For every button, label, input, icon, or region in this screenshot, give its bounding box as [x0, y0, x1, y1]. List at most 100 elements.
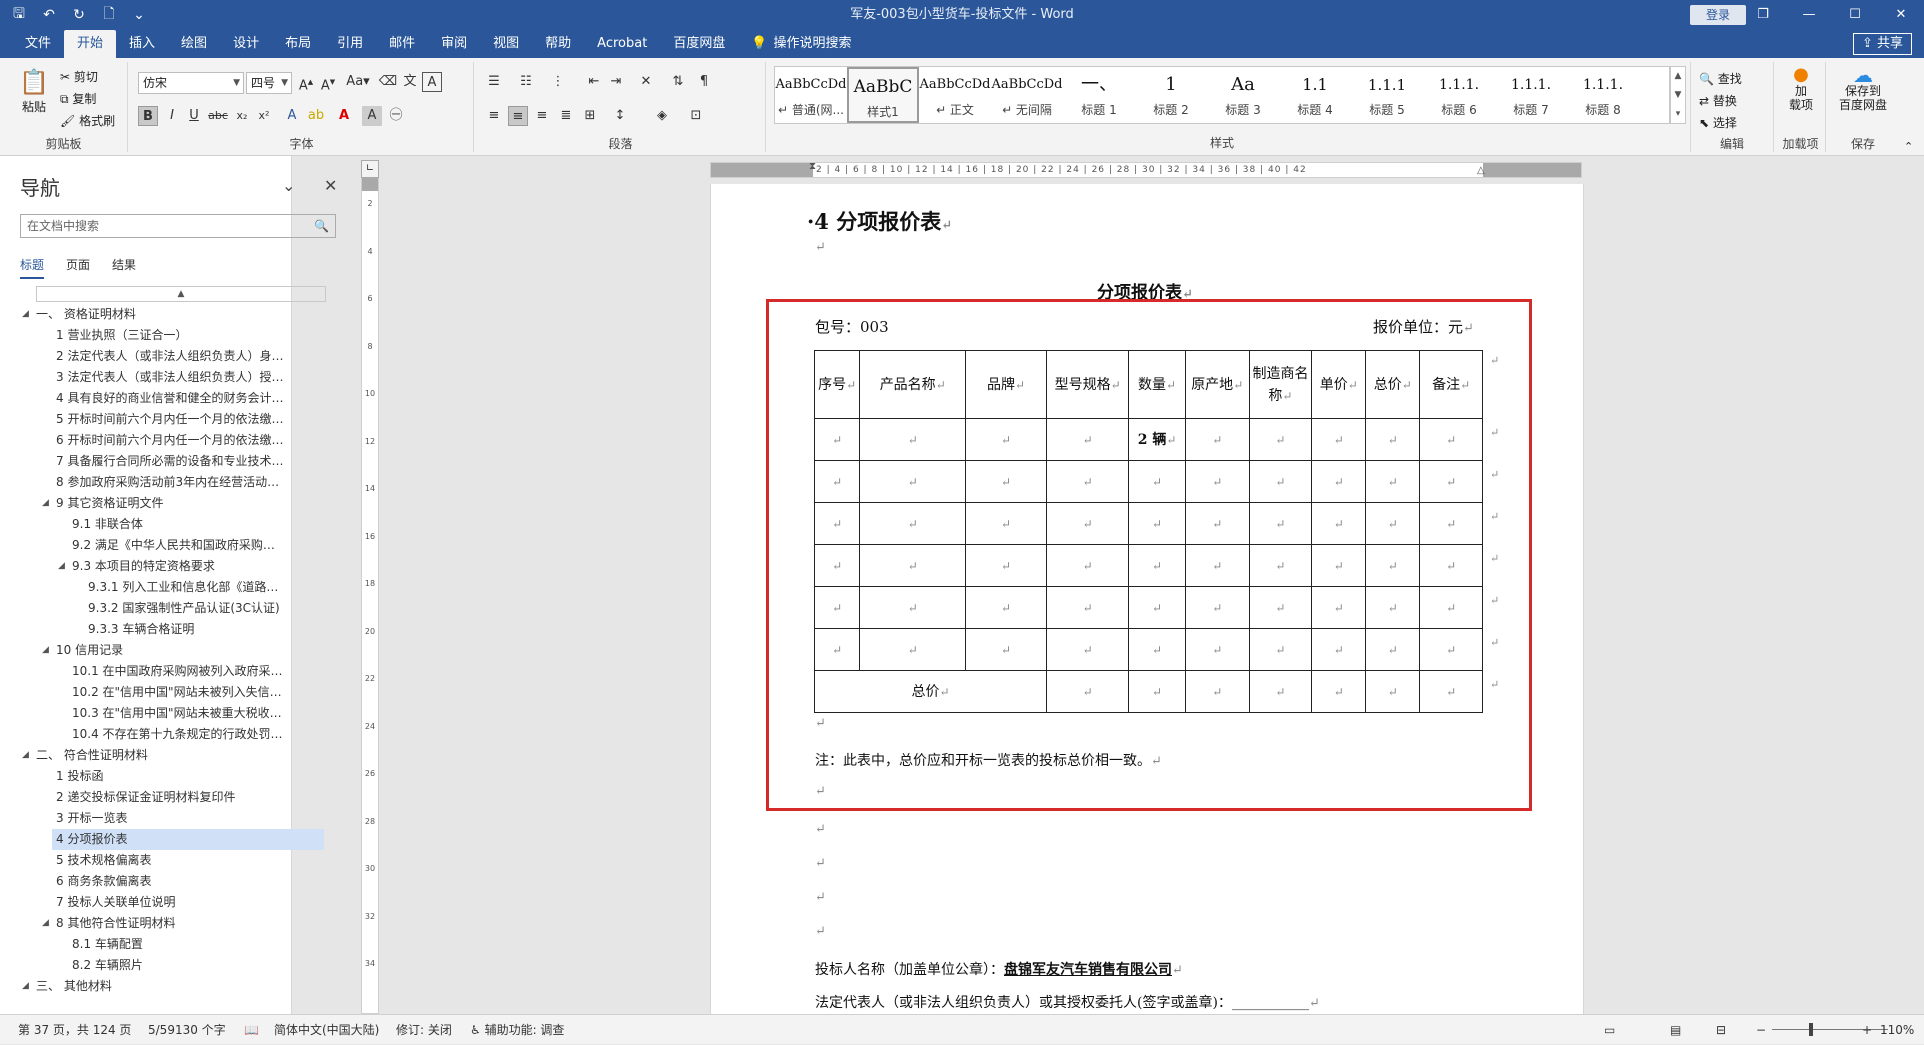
highlight-icon[interactable]: ab [306, 106, 326, 126]
chevron-down-icon[interactable]: ⌄ [282, 176, 295, 195]
nav-item[interactable]: 2 法定代表人（或非法人组织负责人）身份证明书 [0, 346, 292, 367]
character-shading-icon[interactable]: A [362, 106, 382, 126]
page-count[interactable]: 第 37 页，共 124 页 [18, 1015, 131, 1045]
table-header-cell[interactable]: 品牌↵ [965, 350, 1048, 419]
tab-acrobat[interactable]: Acrobat [584, 30, 660, 58]
right-indent-marker-icon[interactable]: △ [1477, 165, 1485, 176]
nav-item[interactable]: 1 投标函 [0, 766, 292, 787]
table-cell[interactable]: ↵ [965, 586, 1048, 629]
style-1[interactable]: AaBbC 样式1 [847, 67, 919, 123]
table-cell[interactable]: ↵ [1365, 628, 1421, 671]
word-count[interactable]: 5/59130 个字 [148, 1015, 226, 1045]
track-changes-status[interactable]: 修订: 关闭 [396, 1015, 452, 1045]
table-cell[interactable]: ↵ [1046, 418, 1130, 461]
paste-button[interactable]: 📋 粘贴 [14, 68, 54, 115]
justify-icon[interactable]: ≣ [556, 106, 576, 126]
collapse-triangle-icon[interactable]: ◢ [58, 556, 65, 577]
table-header-cell[interactable]: 制造商名称↵ [1248, 350, 1313, 419]
minimize-icon[interactable]: — [1786, 0, 1832, 30]
tab-review[interactable]: 审阅 [428, 30, 480, 58]
table-cell[interactable]: ↵ [1128, 670, 1186, 713]
close-icon[interactable]: ✕ [324, 176, 337, 195]
style-heading-4[interactable]: 1.1 标题 4 [1279, 67, 1351, 123]
print-layout-icon[interactable]: ▤ [1670, 1015, 1681, 1045]
nav-item[interactable]: ◢ 三、 其他材料 [0, 976, 292, 997]
table-cell[interactable]: ↵ [1184, 670, 1250, 713]
indent-marker-icon[interactable]: ⧗ [809, 161, 816, 172]
numbering-icon[interactable]: ☷ [516, 72, 536, 92]
bold-icon[interactable]: B [138, 106, 158, 126]
table-cell[interactable]: ↵ [1184, 586, 1250, 629]
price-unit[interactable]: 报价单位：元↵ [1373, 316, 1474, 337]
grow-font-icon[interactable]: A▲ [296, 72, 316, 93]
collapse-triangle-icon[interactable]: ◢ [22, 976, 29, 997]
table-cell[interactable]: ↵ [1046, 544, 1130, 587]
nav-item[interactable]: 7 投标人关联单位说明 [0, 892, 292, 913]
ribbon-display-icon[interactable]: ❐ [1740, 0, 1786, 30]
table-cell[interactable]: ↵ [1128, 460, 1186, 503]
nav-item[interactable]: ◢ 10 信用记录 [0, 640, 292, 661]
find-button[interactable]: 🔍 查找 [1699, 70, 1742, 87]
font-size-select[interactable]: 四号 ▼ [246, 72, 292, 94]
table-cell[interactable]: ↵ [859, 544, 967, 587]
table-cell[interactable]: ↵ [1419, 628, 1483, 671]
nav-item[interactable]: 6 商务条款偏离表 [0, 871, 292, 892]
table-cell[interactable]: ↵ [1365, 586, 1421, 629]
nav-item[interactable]: ◢ 9 其它资格证明文件 [0, 493, 292, 514]
table-cell[interactable]: ↵ [1248, 586, 1313, 629]
price-breakdown-table[interactable]: 序号↵ 产品名称↵ 品牌↵ 型号规格↵ 数量↵ 原产地↵ 制造商名称↵ 单价↵ 总价↵ 备注↵ ↵ ↵… [813, 350, 1483, 713]
table-cell[interactable]: ↵ [1311, 670, 1367, 713]
new-document-icon[interactable]: 🗋 [100, 3, 118, 27]
table-header-cell[interactable]: 产品名称↵ [859, 350, 967, 419]
vertical-ruler[interactable]: 2 4 6 8 10 12 14 16 18 20 22 24 26 28 30 32 34 [361, 160, 379, 1014]
share-button[interactable]: ⇪ 共享 [1852, 33, 1912, 55]
nav-item[interactable]: 9.3.2 国家强制性产品认证(3C认证) [0, 598, 292, 619]
nav-item[interactable]: 5 开标时间前六个月内任一个月的依法缴纳税收... [0, 409, 292, 430]
table-header-cell[interactable]: 原产地↵ [1184, 350, 1250, 419]
shrink-font-icon[interactable]: A▼ [318, 72, 338, 93]
tab-design[interactable]: 设计 [220, 30, 272, 58]
tab-references[interactable]: 引用 [324, 30, 376, 58]
table-cell[interactable]: ↵ [1248, 418, 1313, 461]
nav-item[interactable]: 9.1 非联合体 [0, 514, 292, 535]
style-heading-6[interactable]: 1.1.1. 标题 6 [1423, 67, 1495, 123]
nav-item[interactable]: 10.2 在"信用中国"网站未被列入失信被执行人 [0, 682, 292, 703]
maximize-icon[interactable]: ☐ [1832, 0, 1878, 30]
nav-tab-pages[interactable]: 页面 [66, 256, 90, 279]
tab-baidu-pan[interactable]: 百度网盘 [660, 30, 738, 58]
style-body[interactable]: AaBbCcDd ↵ 正文 [919, 67, 991, 123]
table-cell[interactable]: ↵ [965, 544, 1048, 587]
borders-icon[interactable]: ⊡ [686, 106, 706, 126]
nav-item[interactable]: 8.1 车辆配置 [0, 934, 292, 955]
table-header-cell[interactable]: 序号↵ [813, 350, 861, 419]
format-painter-button[interactable]: 🖌 格式刷 [60, 112, 115, 129]
legal-rep-line[interactable]: 法定代表人（或非法人组织负责人）或其授权委托人(签字或盖章)：_________… [815, 992, 1320, 1012]
table-header-cell[interactable]: 备注↵ [1419, 350, 1483, 419]
table-cell[interactable]: ↵ [813, 460, 861, 503]
table-cell[interactable]: ↵ [813, 586, 861, 629]
clear-formatting-icon[interactable]: ⌫ [378, 72, 398, 92]
tab-insert[interactable]: 插入 [116, 30, 168, 58]
bidder-name-line[interactable]: 投标人名称（加盖单位公章）：盘锦军友汽车销售有限公司↵ [815, 959, 1183, 979]
table-cell[interactable]: ↵ [1311, 628, 1367, 671]
bullets-icon[interactable]: ☰ [484, 72, 504, 92]
zoom-slider-thumb[interactable] [1809, 1023, 1813, 1036]
enclose-characters-icon[interactable]: ㊀ [386, 106, 406, 126]
tab-stop-selector[interactable]: ∟ [361, 160, 379, 178]
align-center-icon[interactable]: ≡ [508, 106, 528, 126]
table-cell[interactable]: ↵ [1046, 460, 1130, 503]
nav-item[interactable]: ◢ 8 其他符合性证明材料 [0, 913, 292, 934]
style-heading-7[interactable]: 1.1.1. 标题 7 [1495, 67, 1567, 123]
collapse-triangle-icon[interactable]: ◢ [22, 745, 29, 766]
tab-draw[interactable]: 绘图 [168, 30, 220, 58]
horizontal-ruler[interactable]: 2 | 4 | 6 | 8 | 10 | 12 | 14 | 16 | 18 |… [710, 161, 1582, 178]
table-cell[interactable]: ↵ [1184, 418, 1250, 461]
table-cell[interactable]: ↵ [1248, 670, 1313, 713]
tab-help[interactable]: 帮助 [532, 30, 584, 58]
nav-scroll-up[interactable]: ▲ [36, 286, 326, 302]
superscript-icon[interactable]: x² [254, 106, 274, 126]
nav-item[interactable]: 8 参加政府采购活动前3年内在经营活动中没有... [0, 472, 292, 493]
table-cell[interactable]: ↵ [1184, 544, 1250, 587]
cut-button[interactable]: ✂ 剪切 [60, 68, 98, 85]
table-cell[interactable]: ↵ [1311, 460, 1367, 503]
